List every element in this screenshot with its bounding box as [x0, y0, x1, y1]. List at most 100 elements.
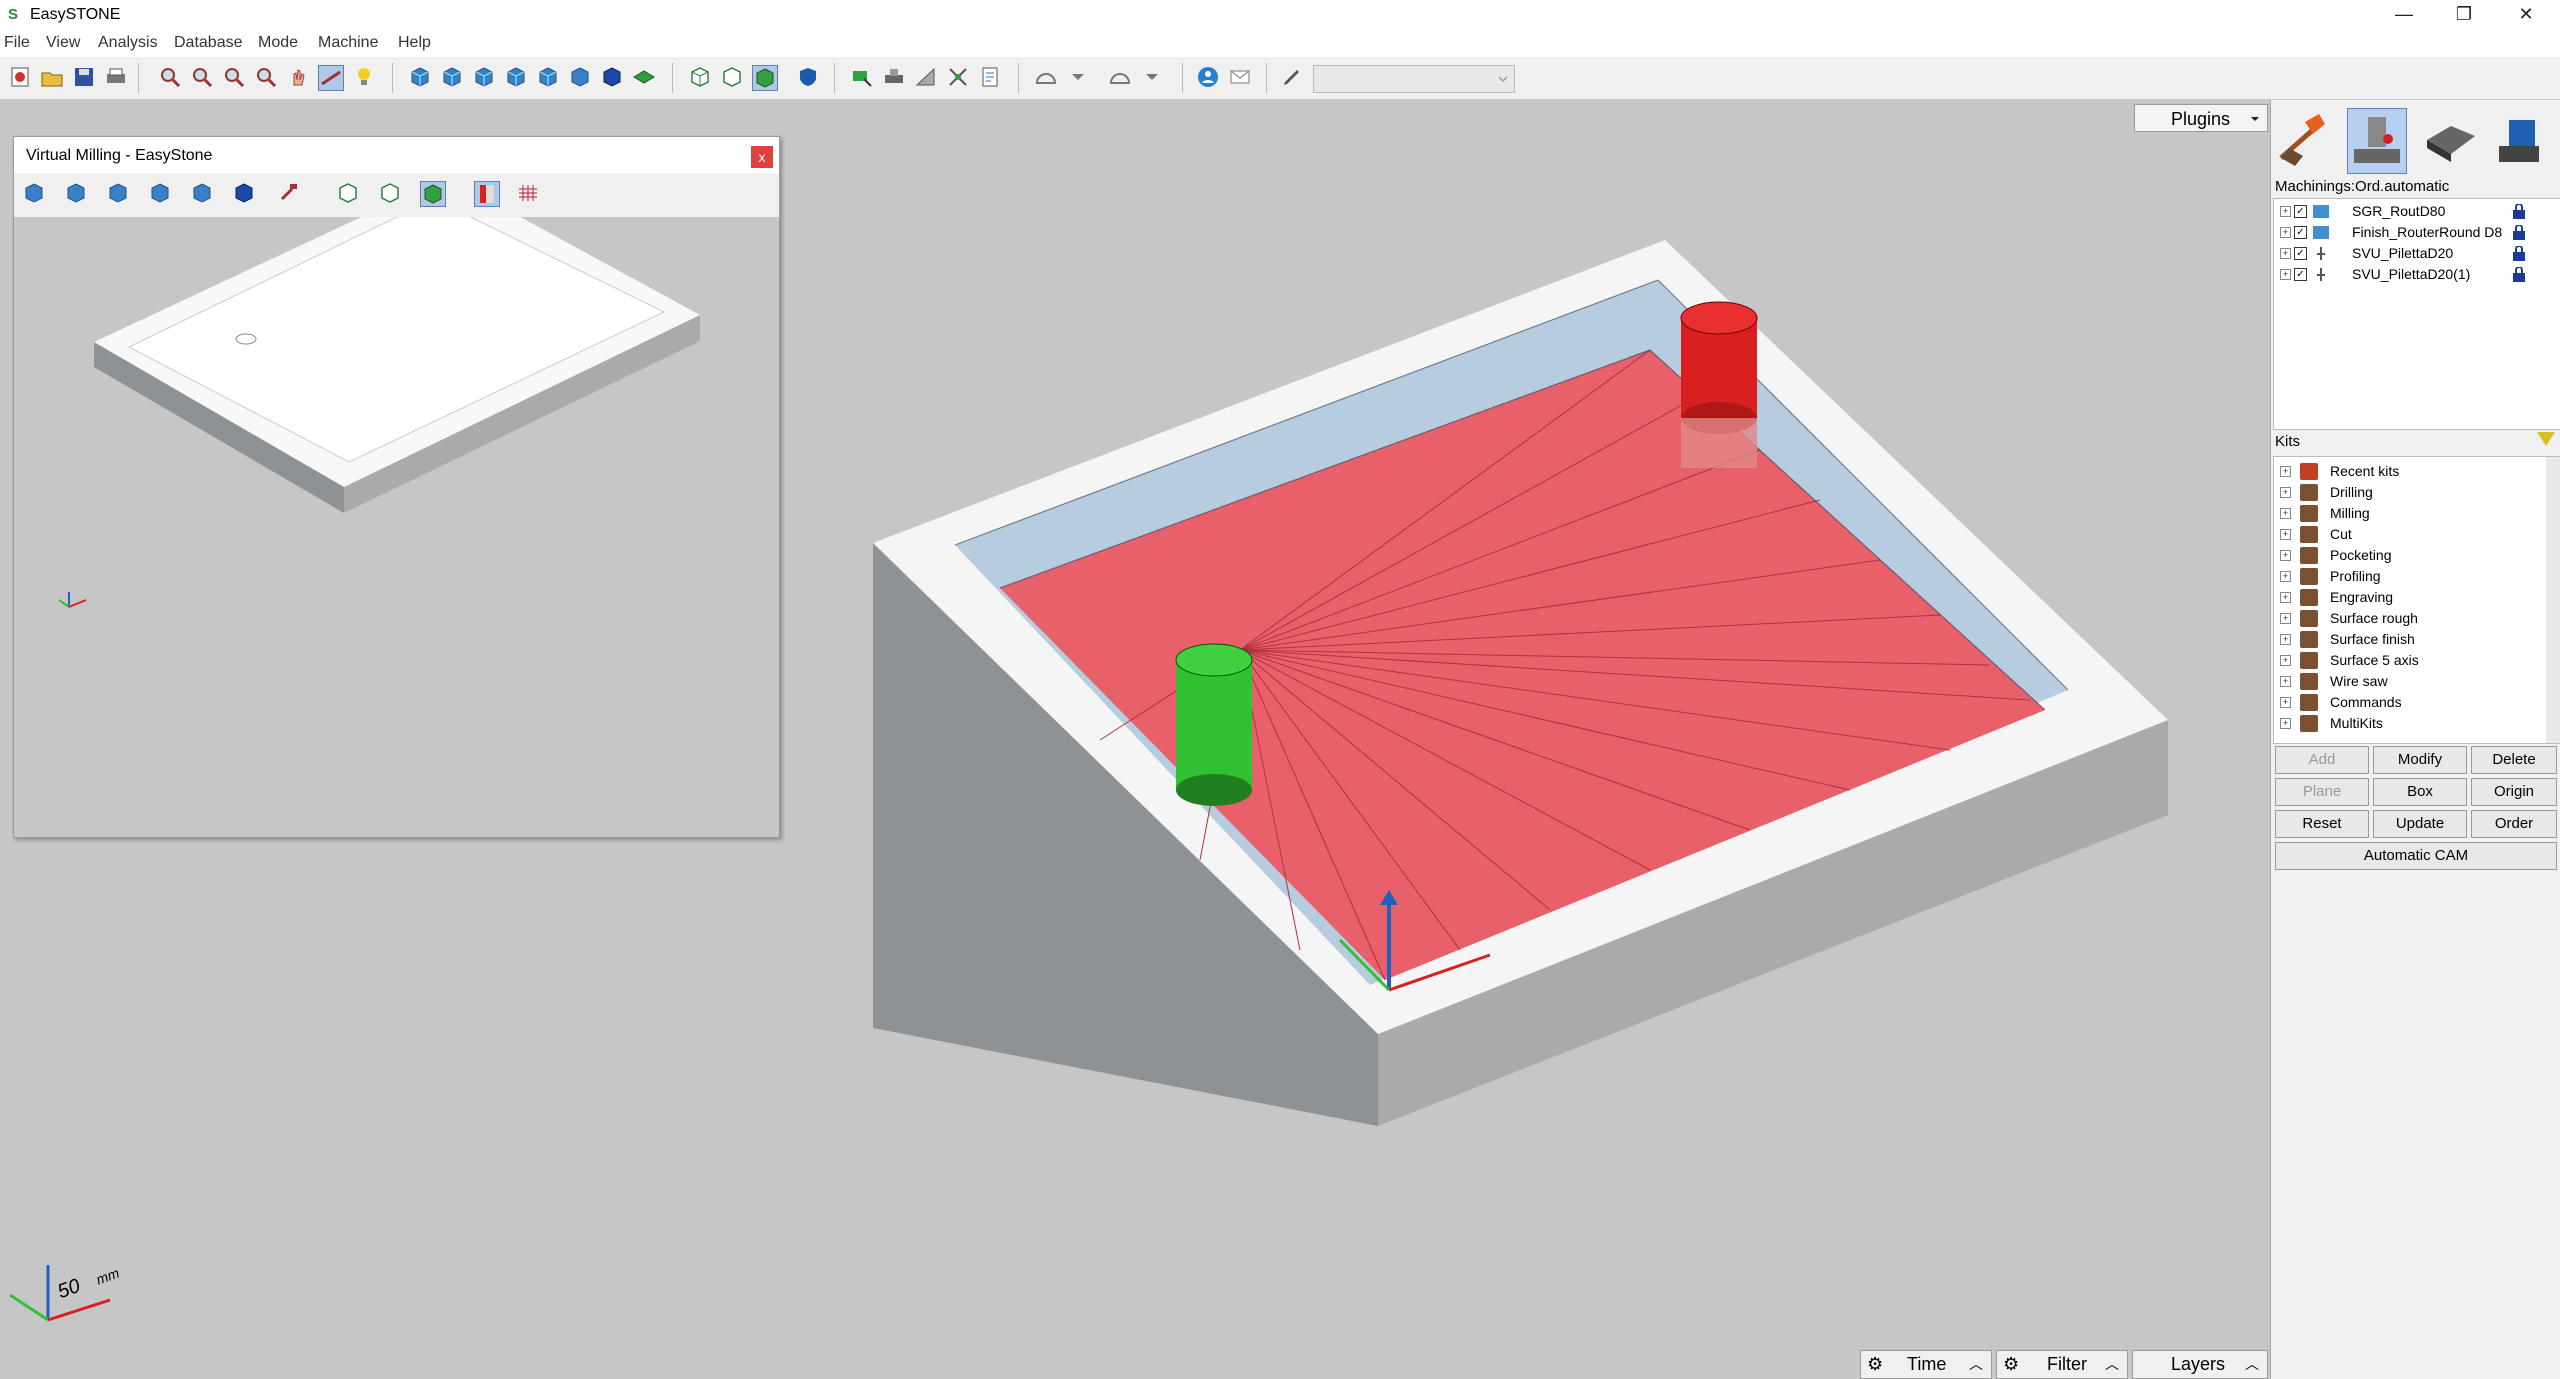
minimize-button[interactable]: —: [2374, 0, 2434, 30]
select-icon[interactable]: [850, 65, 874, 89]
arc-2-icon[interactable]: [1108, 65, 1132, 89]
expand-icon[interactable]: +: [2280, 269, 2291, 280]
vm-hammer-icon[interactable]: [276, 181, 300, 205]
layers-panel-button[interactable]: Layers ︿: [2132, 1350, 2268, 1379]
view-right-icon[interactable]: [536, 65, 560, 89]
pan-hand-icon[interactable]: [286, 65, 310, 89]
modify-button[interactable]: Modify: [2373, 746, 2467, 774]
menu-database[interactable]: Database: [174, 34, 243, 52]
box-button[interactable]: Box: [2373, 778, 2467, 806]
expand-icon[interactable]: +: [2280, 592, 2291, 603]
vm-view-top-icon[interactable]: [232, 181, 256, 205]
expand-icon[interactable]: +: [2280, 508, 2291, 519]
menu-help[interactable]: Help: [398, 34, 431, 52]
machine-icon[interactable]: [882, 65, 906, 89]
expand-icon[interactable]: +: [2280, 697, 2291, 708]
measure-icon[interactable]: [318, 65, 344, 91]
open-file-icon[interactable]: [40, 65, 64, 89]
menu-file[interactable]: File: [4, 34, 30, 52]
menu-mode[interactable]: Mode: [258, 34, 298, 52]
zoom-window-icon[interactable]: [158, 65, 182, 89]
view-front-icon[interactable]: [440, 65, 464, 89]
machining-checkbox[interactable]: ✓: [2294, 247, 2307, 260]
document-icon[interactable]: [978, 65, 1002, 89]
expand-icon[interactable]: +: [2280, 613, 2291, 624]
view-bottom-icon[interactable]: [600, 65, 624, 89]
expand-icon[interactable]: +: [2280, 655, 2291, 666]
chevron-down-icon[interactable]: [1140, 65, 1164, 89]
delete-button[interactable]: Delete: [2471, 746, 2557, 774]
edit-icon[interactable]: [1280, 65, 1304, 89]
vm-close-button[interactable]: x: [751, 146, 773, 168]
vm-texture-icon[interactable]: [516, 181, 540, 205]
menu-machine[interactable]: Machine: [318, 34, 378, 52]
zoom-all-icon[interactable]: [254, 65, 278, 89]
lock-icon[interactable]: [2512, 246, 2526, 261]
menu-analysis[interactable]: Analysis: [98, 34, 158, 52]
close-button[interactable]: ✕: [2496, 0, 2556, 30]
zoom-in-icon[interactable]: [190, 65, 214, 89]
arc-icon[interactable]: [1034, 65, 1058, 89]
view-back-icon[interactable]: [472, 65, 496, 89]
expand-icon[interactable]: +: [2280, 571, 2291, 582]
reset-button[interactable]: Reset: [2275, 810, 2369, 838]
chevron-down-icon[interactable]: [1066, 65, 1090, 89]
maximize-button[interactable]: ❐: [2434, 0, 2494, 30]
vm-wireframe-icon[interactable]: [336, 181, 360, 205]
vm-view-front-icon[interactable]: [64, 181, 88, 205]
tool-stone-block-icon[interactable]: [2421, 108, 2479, 172]
tool-angle-icon[interactable]: [914, 65, 938, 89]
hidden-lines-icon[interactable]: [720, 65, 744, 89]
zoom-out-icon[interactable]: [222, 65, 246, 89]
view-iso-icon[interactable]: [408, 65, 432, 89]
plugins-dropdown[interactable]: Plugins: [2134, 104, 2268, 132]
new-file-icon[interactable]: [8, 65, 32, 89]
expand-icon[interactable]: +: [2280, 718, 2291, 729]
user-icon[interactable]: [1196, 65, 1220, 89]
machining-row[interactable]: + ✓ SVU_PilettaD20(1): [2274, 264, 2560, 285]
machining-checkbox[interactable]: ✓: [2294, 268, 2307, 281]
machining-checkbox[interactable]: ✓: [2294, 205, 2307, 218]
tool-saw-icon[interactable]: [2491, 108, 2549, 172]
view-top-icon[interactable]: [568, 65, 592, 89]
tool-router-icon[interactable]: [2347, 108, 2407, 174]
expand-icon[interactable]: +: [2280, 529, 2291, 540]
expand-icon[interactable]: +: [2280, 227, 2291, 238]
path-edit-icon[interactable]: [946, 65, 970, 89]
vm-material-icon[interactable]: [474, 181, 500, 207]
save-icon[interactable]: [72, 65, 96, 89]
update-button[interactable]: Update: [2373, 810, 2467, 838]
menu-view[interactable]: View: [46, 34, 80, 52]
shield-view-icon[interactable]: [796, 65, 820, 89]
vm-view-right-icon[interactable]: [190, 181, 214, 205]
vm-viewport[interactable]: [14, 177, 779, 837]
plane-button[interactable]: Plane: [2275, 778, 2369, 806]
vm-hidden-lines-icon[interactable]: [378, 181, 402, 205]
expand-icon[interactable]: +: [2280, 634, 2291, 645]
vm-view-back-icon[interactable]: [106, 181, 130, 205]
view-plane-icon[interactable]: [632, 65, 656, 89]
lock-icon[interactable]: [2512, 267, 2526, 282]
automatic-cam-button[interactable]: Automatic CAM: [2275, 842, 2557, 870]
print-icon[interactable]: [104, 65, 128, 89]
lock-icon[interactable]: [2512, 225, 2526, 240]
origin-button[interactable]: Origin: [2471, 778, 2557, 806]
machining-row[interactable]: + ✓ SVU_PilettaD20: [2274, 243, 2560, 264]
shaded-icon[interactable]: [752, 65, 778, 91]
order-button[interactable]: Order: [2471, 810, 2557, 838]
wireframe-icon[interactable]: [688, 65, 712, 89]
expand-icon[interactable]: +: [2280, 248, 2291, 259]
mail-icon[interactable]: [1228, 65, 1252, 89]
view-left-icon[interactable]: [504, 65, 528, 89]
time-panel-button[interactable]: ⚙ Time ︿: [1860, 1350, 1992, 1379]
light-bulb-icon[interactable]: [352, 65, 376, 89]
expand-icon[interactable]: +: [2280, 676, 2291, 687]
expand-icon[interactable]: +: [2280, 466, 2291, 477]
machining-row[interactable]: + ✓ SGR_RoutD80: [2274, 201, 2560, 222]
add-button[interactable]: Add: [2275, 746, 2369, 774]
machining-row[interactable]: + ✓ Finish_RouterRound D8: [2274, 222, 2560, 243]
lock-icon[interactable]: [2512, 204, 2526, 219]
tool-spatula-icon[interactable]: [2275, 108, 2333, 172]
vm-shaded-icon[interactable]: [420, 181, 446, 207]
machining-checkbox[interactable]: ✓: [2294, 226, 2307, 239]
